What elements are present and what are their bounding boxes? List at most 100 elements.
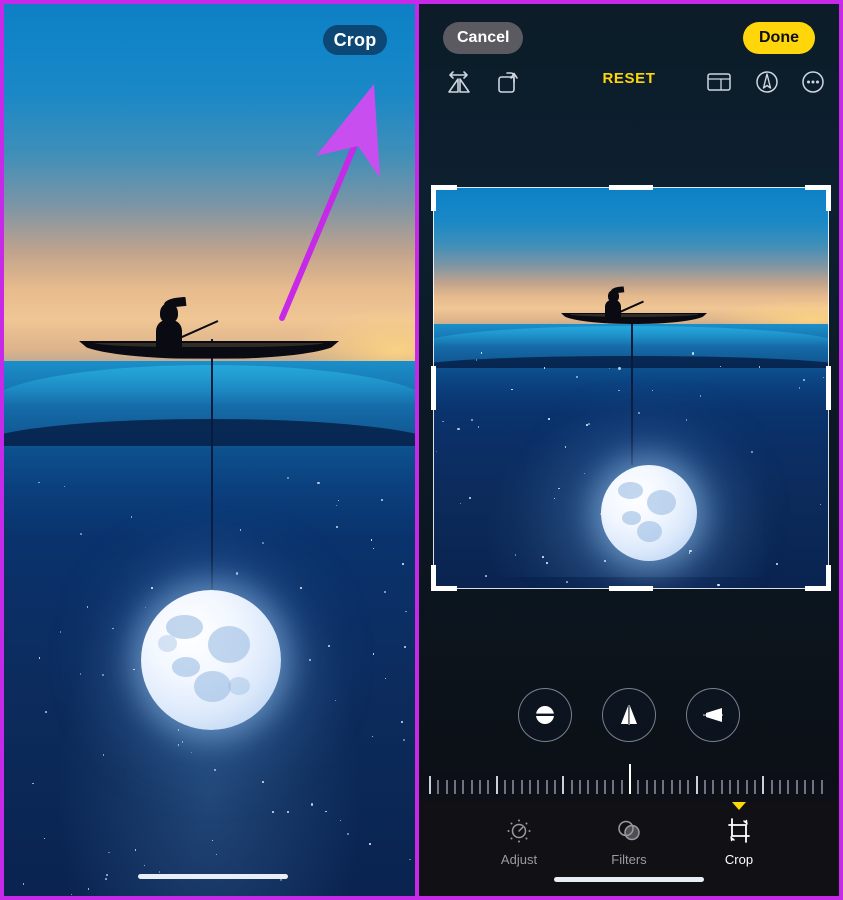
- star: [287, 477, 289, 479]
- editor-toolbar: RESET: [419, 62, 839, 104]
- editor-topbar: Cancel Done: [419, 4, 839, 62]
- moon-crater: [194, 671, 231, 702]
- star: [369, 843, 371, 845]
- star: [102, 754, 105, 756]
- cancel-button[interactable]: Cancel: [443, 22, 524, 54]
- ruler-tick: [612, 780, 615, 794]
- angle-ruler[interactable]: [429, 760, 829, 794]
- straighten-button[interactable]: [518, 688, 572, 742]
- crop-handle-bottom-left[interactable]: [431, 565, 436, 591]
- ruler-tick: [462, 780, 465, 794]
- ruler-tick: [679, 780, 681, 794]
- ruler-tick: [812, 780, 815, 794]
- star: [287, 811, 289, 813]
- crop-handle-top-right[interactable]: [826, 185, 831, 211]
- star: [102, 674, 104, 676]
- flip-horizontal-icon: [448, 71, 470, 93]
- reset-label: RESET: [602, 70, 656, 87]
- ruler-tick: [562, 776, 565, 794]
- star: [133, 668, 135, 671]
- ruler-tick: [720, 780, 723, 794]
- moon-crater: [171, 657, 200, 677]
- star: [151, 587, 153, 589]
- mode-filters-label: Filters: [611, 852, 647, 867]
- crop-icon: [728, 818, 750, 843]
- more-options-button[interactable]: [793, 62, 833, 102]
- crop-frame[interactable]: [431, 185, 831, 591]
- right-phone-screen: Cancel Done RESET Adjust Filters Crop: [419, 0, 843, 900]
- home-indicator: [138, 874, 288, 879]
- ruler-tick: [637, 780, 640, 794]
- flip-horizontal-button[interactable]: [439, 62, 479, 102]
- filters-icon: [618, 820, 640, 841]
- star: [370, 539, 372, 541]
- star: [235, 572, 239, 575]
- star: [262, 542, 264, 544]
- crop-handle-bottom-center[interactable]: [609, 586, 653, 591]
- ruler-tick: [804, 780, 806, 794]
- reset-button[interactable]: RESET: [602, 70, 655, 87]
- ruler-tick: [762, 776, 765, 794]
- star: [32, 782, 34, 785]
- mode-crop[interactable]: Crop: [702, 802, 776, 867]
- crop-handle-right-center[interactable]: [826, 366, 831, 410]
- rotate-button[interactable]: [489, 62, 529, 102]
- horizontal-perspective-button[interactable]: [686, 688, 740, 742]
- star: [181, 741, 184, 743]
- ruler-tick: [579, 780, 581, 794]
- crop-handle-left-center[interactable]: [431, 366, 436, 410]
- ruler-tick: [729, 780, 731, 794]
- moon-crater: [227, 676, 251, 695]
- star: [347, 833, 349, 835]
- ruler-tick: [512, 780, 515, 794]
- ruler-tick: [645, 780, 648, 794]
- crop-handle-top-center[interactable]: [609, 185, 653, 190]
- ruler-tick: [654, 780, 656, 794]
- fisherman-body: [156, 320, 182, 348]
- ruler-tick: [554, 780, 556, 794]
- star: [402, 563, 404, 565]
- ruler-tick: [712, 780, 715, 794]
- mode-filters[interactable]: Filters: [592, 816, 666, 867]
- mode-adjust-label: Adjust: [500, 852, 538, 867]
- aspect-ratio-button[interactable]: [699, 62, 739, 102]
- ruler-tick: [570, 780, 573, 794]
- star: [87, 888, 90, 890]
- ruler-tick: [670, 780, 673, 794]
- ruler-tick: [520, 780, 523, 794]
- auto-enhance-icon: [756, 71, 778, 93]
- ruler-tick: [545, 780, 548, 794]
- ruler-tick: [687, 780, 690, 794]
- vertical-perspective-button[interactable]: [602, 688, 656, 742]
- star: [158, 871, 161, 873]
- ruler-tick: [704, 780, 706, 794]
- left-phone-screen: Crop: [0, 0, 419, 900]
- cancel-label: Cancel: [457, 29, 510, 46]
- ruler-tick: [470, 780, 473, 794]
- auto-enhance-button[interactable]: [747, 62, 787, 102]
- ruler-tick: [787, 780, 790, 794]
- mode-crop-label: Crop: [724, 852, 754, 867]
- star: [144, 606, 146, 608]
- mode-adjust[interactable]: Adjust: [482, 816, 556, 867]
- moon: [141, 590, 281, 730]
- more-options-icon: [802, 71, 824, 93]
- done-button[interactable]: Done: [743, 22, 815, 54]
- horizontal-perspective-icon: [703, 708, 723, 722]
- crop-handle-bottom-right[interactable]: [826, 565, 831, 591]
- ruler-tick: [529, 780, 531, 794]
- ruler-tick: [770, 780, 773, 794]
- star: [300, 587, 302, 589]
- active-mode-caret: [732, 802, 746, 810]
- star: [309, 659, 311, 661]
- star: [112, 627, 114, 630]
- ruler-tick: [604, 780, 606, 794]
- crop-handle-top-left[interactable]: [431, 185, 436, 211]
- ruler-tick: [595, 780, 598, 794]
- star: [80, 533, 82, 535]
- star: [134, 849, 136, 851]
- ruler-tick: [745, 780, 748, 794]
- adjust-icon: [507, 819, 531, 843]
- home-indicator: [554, 877, 704, 882]
- crop-button[interactable]: Crop: [323, 25, 387, 55]
